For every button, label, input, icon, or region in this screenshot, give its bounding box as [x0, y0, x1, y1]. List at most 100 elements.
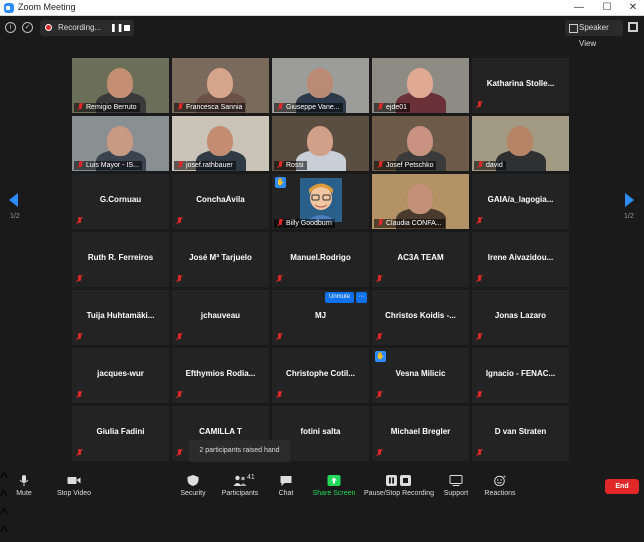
- muted-mic-icon: [177, 103, 184, 111]
- muted-mic-icon: [76, 449, 83, 457]
- participants-button[interactable]: Participants 41: [219, 470, 261, 502]
- minimize-button[interactable]: —: [566, 0, 592, 16]
- participant-tile[interactable]: Luis Mayor - IS...: [72, 116, 169, 171]
- participant-tile[interactable]: david: [472, 116, 569, 171]
- maximize-button[interactable]: ☐: [594, 0, 620, 16]
- participant-name: josef.rathbauer: [174, 161, 236, 170]
- previous-page-arrow-icon[interactable]: [9, 193, 18, 207]
- participants-options-caret-icon[interactable]: ^: [0, 506, 644, 524]
- participant-tile[interactable]: Giuseppe Vane...: [272, 58, 369, 113]
- participant-name-text: Giuseppe Vane...: [286, 104, 340, 111]
- more-options-button[interactable]: ···: [356, 292, 367, 303]
- participant-name: jacques-wur: [97, 369, 144, 378]
- muted-mic-icon: [276, 275, 283, 283]
- participant-tile[interactable]: Francesca Sannia: [172, 58, 269, 113]
- pause-stop-recording-button[interactable]: Pause/Stop Recording: [363, 470, 435, 502]
- microphone-icon: [19, 475, 29, 486]
- participant-tile[interactable]: Katharina Stolle...: [472, 58, 569, 113]
- muted-mic-icon: [176, 449, 183, 457]
- participant-tile[interactable]: José Mª Tarjuelo: [172, 232, 269, 287]
- chat-button[interactable]: Chat: [274, 470, 298, 502]
- mute-button[interactable]: Mute: [8, 470, 40, 502]
- ask-to-unmute-button[interactable]: Unmute: [325, 292, 354, 303]
- muted-mic-icon: [377, 161, 384, 169]
- muted-mic-icon: [176, 275, 183, 283]
- participant-name: Ignacio - FENAC...: [485, 369, 556, 378]
- info-icon[interactable]: i: [5, 22, 16, 33]
- participant-tile[interactable]: jacques-wur: [72, 348, 169, 403]
- participant-tile[interactable]: jchauveau: [172, 290, 269, 345]
- participant-tile[interactable]: AC3A TEAM: [372, 232, 469, 287]
- participant-name: Manuel.Rodrigo: [290, 253, 351, 262]
- muted-mic-icon: [176, 217, 183, 225]
- security-label: Security: [180, 490, 206, 497]
- next-page-arrow-icon[interactable]: [625, 193, 634, 207]
- participant-tile[interactable]: G.Cornuau: [72, 174, 169, 229]
- participant-tile[interactable]: MJ Unmute ···: [272, 290, 369, 345]
- participant-tile[interactable]: Josef Petschko: [372, 116, 469, 171]
- muted-mic-icon: [77, 161, 84, 169]
- muted-mic-icon: [377, 219, 384, 227]
- participant-name: Giulia Fadini: [96, 427, 145, 436]
- security-button[interactable]: Security: [175, 470, 211, 502]
- chat-label: Chat: [278, 490, 294, 497]
- video-camera-icon: [67, 477, 81, 484]
- recording-indicator: Recording... ❚❚: [40, 20, 134, 36]
- stop-recording-icon[interactable]: [124, 25, 130, 31]
- raised-hand-icon: ✋: [375, 351, 386, 362]
- muted-mic-icon: [376, 275, 383, 283]
- muted-mic-icon: [476, 101, 483, 109]
- muted-mic-icon: [376, 333, 383, 341]
- muted-mic-icon: [276, 333, 283, 341]
- participant-name: Christophe Cotil...: [286, 369, 355, 378]
- end-meeting-button[interactable]: End: [605, 479, 639, 494]
- stop-video-button[interactable]: Stop Video: [52, 470, 96, 502]
- participant-tile[interactable]: Remigio Berruto: [72, 58, 169, 113]
- participant-tile[interactable]: Jonas Lazaro: [472, 290, 569, 345]
- participant-tile[interactable]: Rossi: [272, 116, 369, 171]
- participant-tile[interactable]: Ruth R. Ferreiros: [72, 232, 169, 287]
- title-bar: Zoom Meeting — ☐ ✕: [0, 0, 644, 16]
- participant-tile[interactable]: Giulia Fadini: [72, 406, 169, 461]
- participant-tile[interactable]: Irene Aivazidou...: [472, 232, 569, 287]
- muted-mic-icon: [177, 161, 184, 169]
- participants-count: 41: [247, 474, 255, 481]
- share-screen-label: Share Screen: [312, 490, 356, 497]
- speaker-view-button[interactable]: Speaker View: [565, 20, 623, 48]
- participant-tile[interactable]: Ignacio - FENAC...: [472, 348, 569, 403]
- participant-tile[interactable]: Claudia CONFA...: [372, 174, 469, 229]
- fullscreen-icon[interactable]: [628, 22, 638, 32]
- muted-mic-icon: [76, 275, 83, 283]
- participant-name: D van Straten: [494, 427, 547, 436]
- participant-tile[interactable]: Vesna Milicic ✋: [372, 348, 469, 403]
- participant-name: GAIA/a_lagogia...: [487, 195, 554, 204]
- close-button[interactable]: ✕: [620, 0, 644, 16]
- participant-tile[interactable]: Tuija Huhtamäki...: [72, 290, 169, 345]
- share-screen-button[interactable]: Share Screen: [312, 470, 356, 502]
- participant-tile[interactable]: GAIA/a_lagogia...: [472, 174, 569, 229]
- participant-tile[interactable]: Christophe Cotil...: [272, 348, 369, 403]
- participant-tile[interactable]: ejde01: [372, 58, 469, 113]
- participant-tile[interactable]: Efthymios Rodia...: [172, 348, 269, 403]
- support-label: Support: [443, 490, 469, 497]
- support-button[interactable]: Support: [440, 470, 472, 502]
- participant-name: Michael Bregler: [390, 427, 451, 436]
- participant-name: Christos Koidis -...: [385, 311, 456, 320]
- participant-tile[interactable]: Billy Goodburn ✋: [272, 174, 369, 229]
- participant-tile[interactable]: Christos Koidis -...: [372, 290, 469, 345]
- participant-name: G.Cornuau: [99, 195, 142, 204]
- participant-tile[interactable]: ConchaÁvila: [172, 174, 269, 229]
- pause-stop-recording-label: Pause/Stop Recording: [363, 490, 435, 497]
- encryption-shield-icon[interactable]: ✓: [22, 22, 33, 33]
- participant-tile[interactable]: Michael Bregler: [372, 406, 469, 461]
- share-options-caret-icon[interactable]: ^: [0, 524, 644, 542]
- participant-tile[interactable]: D van Straten: [472, 406, 569, 461]
- muted-mic-icon: [476, 217, 483, 225]
- participant-tile[interactable]: Manuel.Rodrigo: [272, 232, 369, 287]
- raised-hand-notification: 2 participants raised hand: [189, 440, 290, 462]
- muted-mic-icon: [76, 333, 83, 341]
- participant-tile[interactable]: josef.rathbauer: [172, 116, 269, 171]
- pause-recording-icon[interactable]: ❚❚: [110, 23, 123, 32]
- reactions-button[interactable]: + Reactions: [482, 470, 518, 502]
- participant-name: Giuseppe Vane...: [274, 103, 343, 112]
